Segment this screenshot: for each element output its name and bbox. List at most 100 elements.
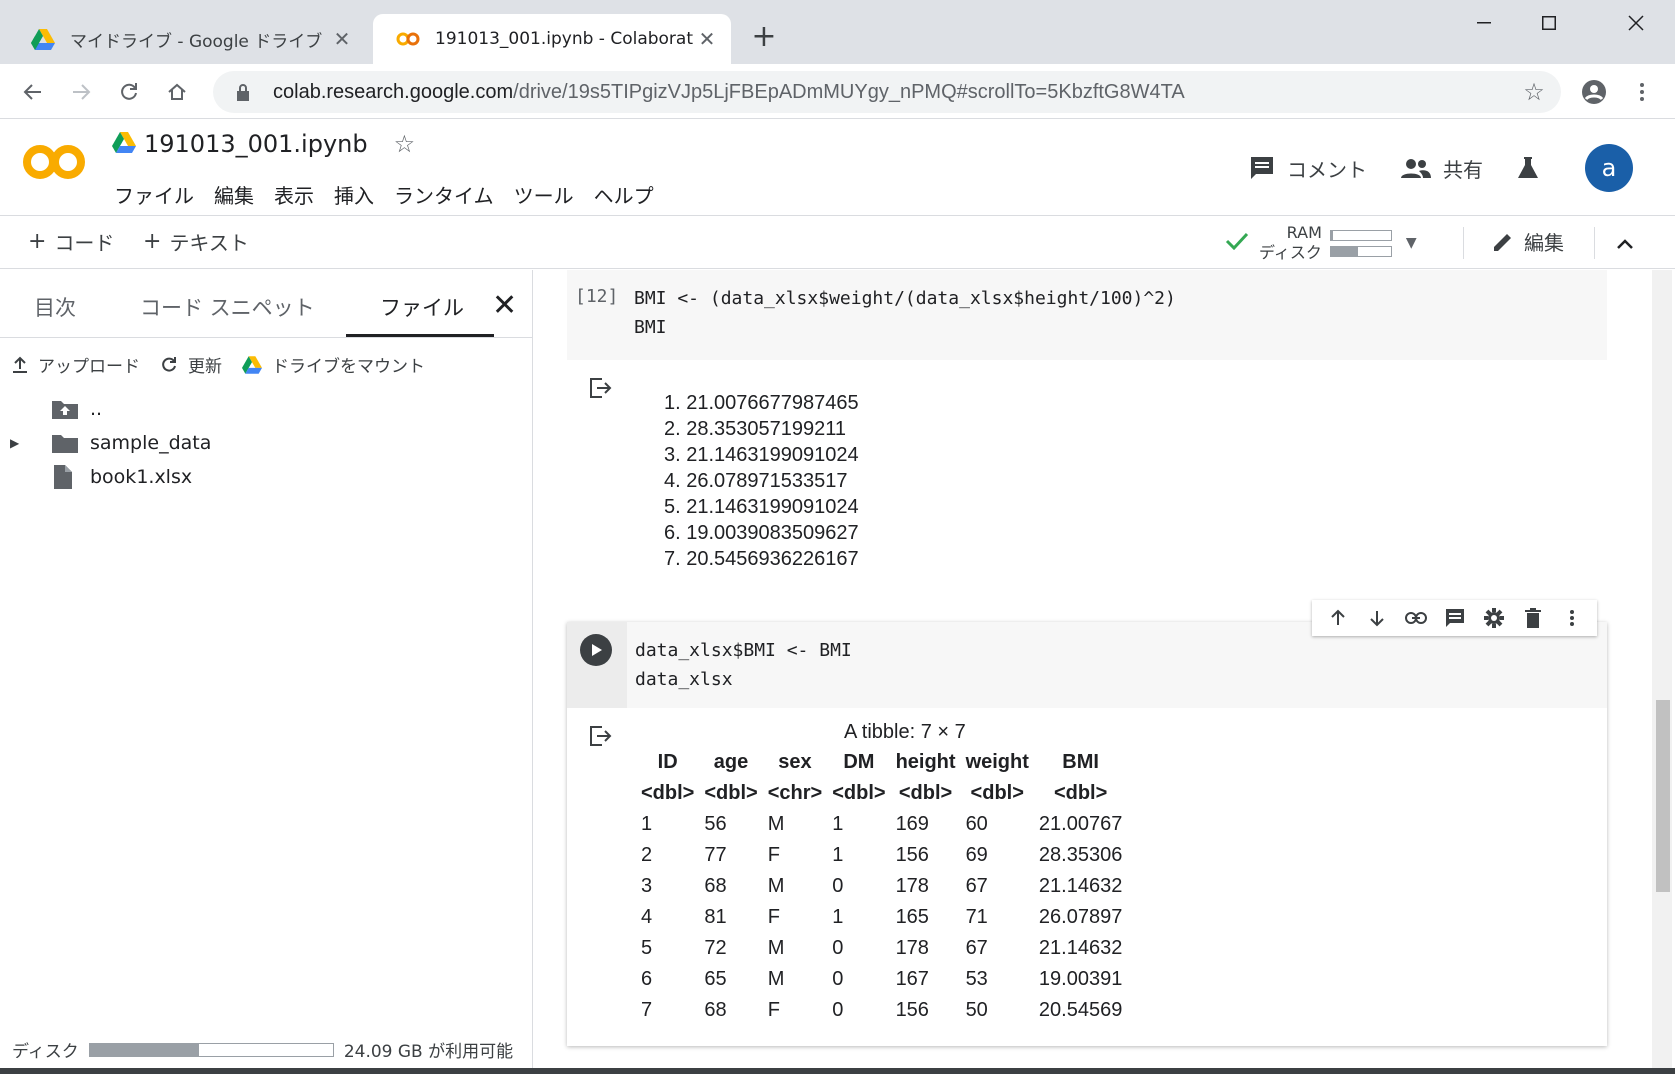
- resource-labels: RAM ディスク: [1259, 223, 1322, 263]
- code-editor[interactable]: data_xlsx$BMI <- BMI data_xlsx: [635, 636, 852, 694]
- file-row-book1[interactable]: book1.xlsx: [0, 460, 192, 494]
- labs-button[interactable]: [1517, 156, 1551, 180]
- browser-tab-colab[interactable]: 191013_001.ipynb - Colaboratory ✕: [373, 14, 731, 64]
- minimize-icon[interactable]: [1454, 6, 1514, 40]
- chevron-up-icon[interactable]: [1610, 229, 1640, 259]
- profile-icon[interactable]: [1574, 72, 1614, 112]
- url-host: colab.research.google.com: [273, 80, 514, 103]
- browser-tab-drive[interactable]: マイドライブ - Google ドライブ ✕: [8, 14, 366, 64]
- menu-tools[interactable]: ツール: [504, 174, 584, 215]
- colab-toolbar: + コード + テキスト RAM ディスク ▼ 編集: [0, 217, 1675, 269]
- lock-icon[interactable]: [233, 82, 253, 102]
- home-icon[interactable]: [157, 72, 197, 112]
- add-text-button[interactable]: + テキスト: [143, 227, 249, 256]
- bookmark-star-icon[interactable]: ☆: [1521, 78, 1547, 106]
- menu-view[interactable]: 表示: [264, 174, 324, 215]
- run-cell-button[interactable]: [580, 634, 612, 666]
- flask-icon: [1517, 156, 1539, 180]
- more-vert-icon[interactable]: [1557, 603, 1587, 633]
- column-header: DM: [843, 751, 875, 773]
- table-cell: 81: [704, 906, 727, 928]
- tab-toc[interactable]: 目次: [34, 292, 76, 322]
- arrow-down-icon[interactable]: [1362, 603, 1392, 633]
- upload-button[interactable]: アップロード: [12, 352, 140, 377]
- notebook-title[interactable]: 191013_001.ipynb: [144, 130, 368, 158]
- refresh-button[interactable]: 更新: [160, 352, 222, 377]
- menu-insert[interactable]: 挿入: [324, 174, 384, 215]
- menu-edit[interactable]: 編集: [204, 174, 264, 215]
- tab-title: マイドライブ - Google ドライブ: [70, 31, 323, 52]
- list-item: 3. 21.1463199091024: [664, 444, 859, 466]
- gear-icon[interactable]: [1479, 603, 1509, 633]
- reload-icon[interactable]: [109, 72, 149, 112]
- more-vert-icon[interactable]: [1622, 72, 1662, 112]
- close-icon[interactable]: ✕: [328, 25, 356, 53]
- expand-arrow-icon[interactable]: ▶: [10, 436, 30, 450]
- table-cell: 19.00391: [1038, 968, 1123, 990]
- new-tab-icon[interactable]: +: [748, 19, 780, 54]
- colab-icon: [395, 27, 421, 51]
- code-editor[interactable]: BMI <- (data_xlsx$weight/(data_xlsx$heig…: [634, 284, 1176, 342]
- file-row-sample-data[interactable]: ▶ sample_data: [0, 426, 211, 460]
- column-type: <dbl>: [704, 782, 758, 804]
- disk-label: ディスク: [12, 1042, 79, 1062]
- add-code-button[interactable]: + コード: [28, 227, 114, 256]
- arrow-up-icon[interactable]: [1323, 603, 1353, 633]
- share-button[interactable]: 共有: [1401, 154, 1483, 183]
- avatar[interactable]: a: [1585, 144, 1633, 192]
- disk-usage-fill: [89, 1043, 200, 1056]
- tab-files[interactable]: ファイル: [380, 292, 464, 322]
- active-tab-indicator: [346, 334, 494, 337]
- close-icon[interactable]: ✕: [492, 288, 517, 323]
- file-row-parent[interactable]: ..: [0, 392, 102, 426]
- scrollbar-thumb[interactable]: [1656, 700, 1670, 892]
- toolbar-divider: [1594, 227, 1595, 259]
- upload-label: アップロード: [38, 357, 140, 377]
- resources-indicator[interactable]: RAM ディスク ▼: [1225, 223, 1417, 263]
- table-cell: 0: [832, 937, 844, 959]
- back-arrow-icon[interactable]: [13, 72, 53, 112]
- table-cell: 20.54569: [1038, 999, 1123, 1021]
- share-label: 共有: [1443, 157, 1483, 182]
- menu-file[interactable]: ファイル: [104, 174, 204, 215]
- edit-button[interactable]: 編集: [1492, 227, 1564, 256]
- menu-help[interactable]: ヘルプ: [584, 174, 664, 215]
- table-cell: 1: [641, 813, 653, 835]
- mount-drive-button[interactable]: ドライブをマウント: [242, 352, 425, 377]
- comment-icon[interactable]: [1440, 603, 1470, 633]
- comment-icon: [1249, 155, 1275, 181]
- disk-usage-bar: [1329, 245, 1392, 257]
- output-icon[interactable]: [586, 374, 614, 402]
- table-cell: 1: [832, 844, 844, 866]
- output-icon[interactable]: [586, 722, 614, 750]
- colab-logo-icon[interactable]: [22, 142, 86, 182]
- notebook-scrollbar[interactable]: [1652, 270, 1672, 1068]
- link-icon[interactable]: [1401, 603, 1431, 633]
- table-cell: 50: [965, 999, 988, 1021]
- close-icon[interactable]: ✕: [693, 25, 721, 53]
- people-icon: [1401, 158, 1431, 178]
- forward-arrow-icon[interactable]: [61, 72, 101, 112]
- tab-code-snippets[interactable]: コード スニペット: [140, 292, 315, 322]
- url-path: /drive/19s5TIPgizVJp5LjFBEpADmMUYgy_nPMQ…: [513, 80, 1185, 103]
- address-bar[interactable]: colab.research.google.com/drive/19s5TIPg…: [213, 71, 1561, 113]
- edit-label: 編集: [1524, 231, 1564, 255]
- table-row: 7 68 F 0 156 50 20.54569: [636, 995, 1127, 1026]
- list-item: 4. 26.078971533517: [664, 470, 848, 492]
- trash-icon[interactable]: [1518, 603, 1548, 633]
- add-text-label: テキスト: [169, 231, 249, 255]
- list-item: 5. 21.1463199091024: [664, 496, 859, 518]
- window-close-icon[interactable]: [1606, 6, 1666, 40]
- table-cell: 1: [832, 906, 844, 928]
- table-cell: 26.07897: [1038, 906, 1123, 928]
- menu-runtime[interactable]: ランタイム: [384, 174, 504, 215]
- comment-button[interactable]: コメント: [1249, 154, 1367, 183]
- table-cell: 71: [965, 906, 988, 928]
- star-icon[interactable]: ☆: [394, 130, 416, 158]
- table-cell: 156: [895, 844, 929, 866]
- maximize-icon[interactable]: [1519, 6, 1579, 40]
- refresh-icon: [160, 356, 178, 374]
- table-cell: M: [767, 813, 785, 835]
- google-drive-icon: [242, 355, 262, 374]
- dropdown-arrow-icon[interactable]: ▼: [1406, 235, 1417, 251]
